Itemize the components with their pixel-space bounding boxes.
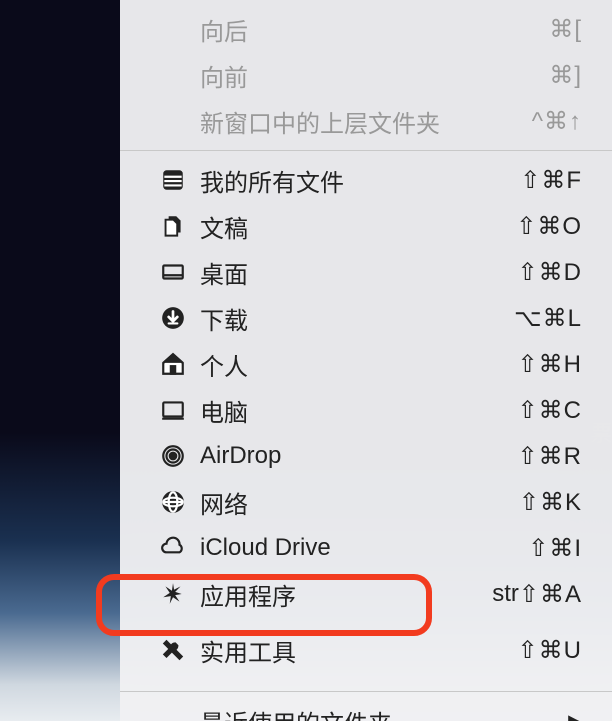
menu-label: 应用程序 bbox=[200, 577, 492, 612]
menu-item-all-my-files[interactable]: 我的所有文件 ⇧⌘F bbox=[120, 157, 612, 203]
documents-icon bbox=[160, 213, 200, 239]
menu-item-applications[interactable]: 应用程序str ⇧⌘A bbox=[120, 571, 612, 617]
applications-icon bbox=[160, 581, 200, 607]
menu-label-back: 向后 bbox=[200, 12, 549, 47]
menu-item-airdrop[interactable]: AirDrop ⇧⌘R bbox=[120, 433, 612, 479]
menu-label: AirDrop bbox=[200, 442, 518, 470]
menu-item-forward: 向前 ⌘] bbox=[120, 52, 612, 98]
menu-label: 我的所有文件 bbox=[200, 163, 520, 198]
shortcut-forward: ⌘] bbox=[549, 61, 582, 90]
menu-item-downloads[interactable]: 下载 ⌥⌘L bbox=[120, 295, 612, 341]
network-icon bbox=[160, 489, 200, 515]
shortcut: ⇧⌘D bbox=[518, 258, 582, 287]
shortcut-back: ⌘[ bbox=[549, 15, 582, 44]
menu-item-enclosing-folder: 新窗口中的上层文件夹 ^⌘↑ bbox=[120, 98, 612, 144]
menu-label: 最近使用的文件夹 bbox=[200, 704, 568, 721]
shortcut: ⇧⌘C bbox=[518, 396, 582, 425]
menu-item-network[interactable]: 网络 ⇧⌘K bbox=[120, 479, 612, 525]
menu-label: 个人 bbox=[200, 347, 518, 382]
menu-separator bbox=[120, 691, 612, 692]
menu-label-forward: 向前 bbox=[200, 58, 549, 93]
submenu-arrow-icon: ▶ bbox=[568, 711, 582, 721]
menu-label: 电脑 bbox=[200, 393, 518, 428]
shortcut: ⇧⌘R bbox=[518, 442, 582, 471]
menu-separator bbox=[120, 150, 612, 151]
shortcut-enclosing: ^⌘↑ bbox=[532, 107, 582, 136]
menu-label: 实用工具 bbox=[200, 633, 518, 668]
menu-label: 下载 bbox=[200, 301, 514, 336]
menu-label: 网络 bbox=[200, 485, 519, 520]
utilities-icon bbox=[160, 637, 200, 663]
menu-item-utilities[interactable]: 实用工具 ⇧⌘U bbox=[120, 627, 612, 673]
menu-item-desktop[interactable]: 桌面 ⇧⌘D bbox=[120, 249, 612, 295]
shortcut: ⌥⌘L bbox=[514, 304, 582, 333]
downloads-icon bbox=[160, 305, 200, 331]
shortcut: ⇧⌘F bbox=[520, 166, 582, 195]
menu-label: 文稿 bbox=[200, 209, 516, 244]
all-files-icon bbox=[160, 167, 200, 193]
menu-item-icloud-drive[interactable]: iCloud Drive ⇧⌘I bbox=[120, 525, 612, 571]
menu-label-enclosing: 新窗口中的上层文件夹 bbox=[200, 104, 532, 139]
shortcut: ⇧⌘K bbox=[519, 488, 582, 517]
go-menu-panel: 向后 ⌘[ 向前 ⌘] 新窗口中的上层文件夹 ^⌘↑ 我的所有文件 ⇧⌘F bbox=[120, 0, 612, 721]
desktop-icon bbox=[160, 259, 200, 285]
home-icon bbox=[160, 351, 200, 377]
shortcut: ⇧⌘A bbox=[519, 580, 582, 609]
menu-item-documents[interactable]: 文稿 ⇧⌘O bbox=[120, 203, 612, 249]
cloud-icon bbox=[160, 535, 200, 561]
shortcut: ⇧⌘O bbox=[516, 212, 582, 241]
computer-icon bbox=[160, 397, 200, 423]
menu-item-home[interactable]: 个人 ⇧⌘H bbox=[120, 341, 612, 387]
shortcut: ⇧⌘H bbox=[518, 350, 582, 379]
menu-label: 桌面 bbox=[200, 255, 518, 290]
menu-label: iCloud Drive bbox=[200, 534, 528, 562]
menu-item-recent-folders[interactable]: 最近使用的文件夹 ▶ bbox=[120, 698, 612, 721]
menu-item-computer[interactable]: 电脑 ⇧⌘C bbox=[120, 387, 612, 433]
menu-item-back: 向后 ⌘[ bbox=[120, 6, 612, 52]
shortcut: ⇧⌘I bbox=[528, 534, 582, 563]
shortcut: ⇧⌘U bbox=[518, 636, 582, 665]
airdrop-icon bbox=[160, 443, 200, 469]
